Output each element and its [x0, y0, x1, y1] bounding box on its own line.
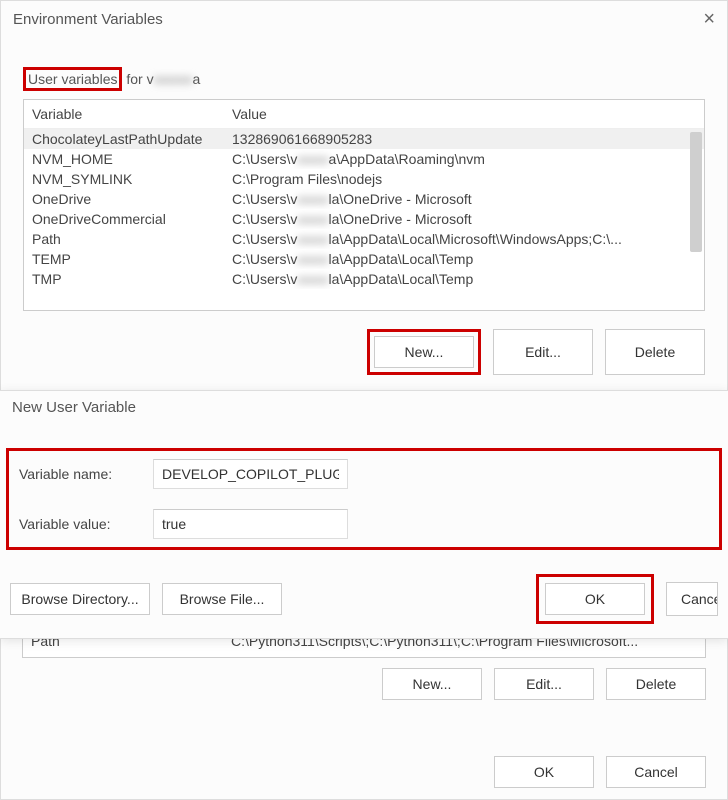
browse-directory-button[interactable]: Browse Directory...: [10, 583, 150, 615]
window-title: Environment Variables: [13, 11, 163, 28]
close-icon[interactable]: ×: [703, 9, 715, 29]
new-button[interactable]: New...: [374, 336, 474, 368]
user-variables-table[interactable]: Variable Value ChocolateyLastPathUpdate …: [23, 99, 705, 311]
delete-button[interactable]: Delete: [605, 329, 705, 375]
table-row[interactable]: NVM_HOME C:\Users\vooooa\AppData\Roaming…: [24, 149, 704, 169]
column-header-variable[interactable]: Variable: [24, 100, 224, 129]
sub-ok-button[interactable]: OK: [545, 583, 645, 615]
new-user-variable-dialog: New User Variable Variable name: Variabl…: [0, 390, 728, 639]
table-row[interactable]: Path C:\Users\voooola\AppData\Local\Micr…: [24, 229, 704, 249]
system-delete-button[interactable]: Delete: [606, 668, 706, 700]
scrollbar[interactable]: [690, 132, 702, 252]
table-row[interactable]: TEMP C:\Users\voooola\AppData\Local\Temp: [24, 249, 704, 269]
table-row[interactable]: TMP C:\Users\voooola\AppData\Local\Temp: [24, 269, 704, 289]
table-row[interactable]: OneDrive C:\Users\voooola\OneDrive - Mic…: [24, 189, 704, 209]
variable-value-input[interactable]: [153, 509, 348, 539]
column-header-value[interactable]: Value: [224, 100, 704, 129]
edit-button[interactable]: Edit...: [493, 329, 593, 375]
table-row[interactable]: NVM_SYMLINK C:\Program Files\nodejs: [24, 169, 704, 189]
variable-name-input[interactable]: [153, 459, 348, 489]
system-new-button[interactable]: New...: [382, 668, 482, 700]
main-ok-button[interactable]: OK: [494, 756, 594, 788]
browse-file-button[interactable]: Browse File...: [162, 583, 282, 615]
system-edit-button[interactable]: Edit...: [494, 668, 594, 700]
main-cancel-button[interactable]: Cancel: [606, 756, 706, 788]
variable-value-label: Variable value:: [13, 516, 153, 532]
user-variables-label: User variables for voooooa: [1, 65, 727, 93]
variable-form: Variable name: Variable value:: [6, 448, 722, 550]
variable-name-label: Variable name:: [13, 466, 153, 482]
table-row[interactable]: ChocolateyLastPathUpdate 132869061668905…: [24, 129, 704, 150]
sub-cancel-button[interactable]: Cancel: [666, 582, 718, 616]
sub-dialog-title: New User Variable: [0, 391, 728, 424]
table-row[interactable]: OneDriveCommercial C:\Users\voooola\OneD…: [24, 209, 704, 229]
